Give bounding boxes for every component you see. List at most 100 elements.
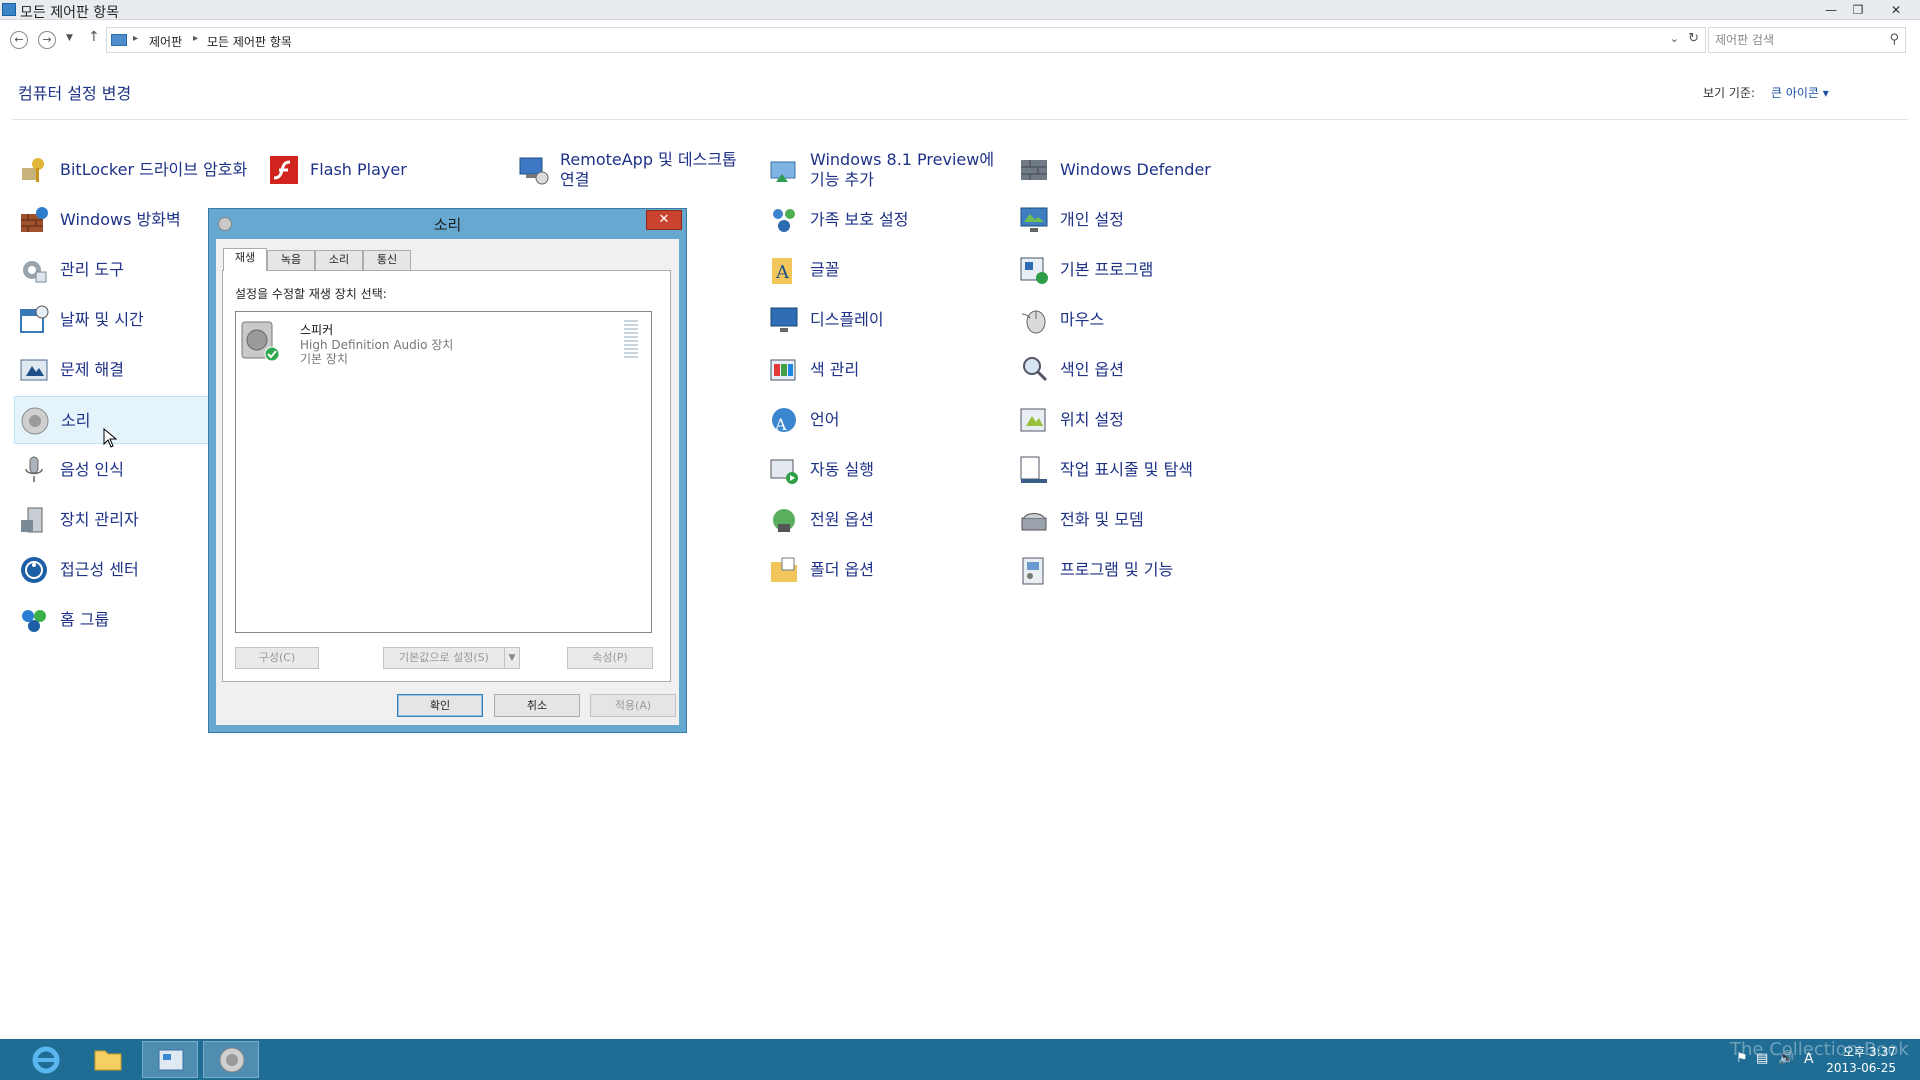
address-dropdown-icon[interactable]: ⌄ bbox=[1670, 32, 1679, 45]
playback-panel: 설정을 수정할 재생 장치 선택: 스피커 High Definition Au… bbox=[222, 270, 671, 682]
item-label: 개인 설정 bbox=[1060, 210, 1124, 229]
clock-date[interactable]: 2013-06-25 bbox=[1826, 1061, 1896, 1075]
item-label: 관리 도구 bbox=[60, 260, 124, 279]
device-status: 기본 장치 bbox=[300, 352, 348, 366]
breadcrumb-control-panel[interactable]: 제어판 bbox=[149, 33, 182, 50]
tab-communications[interactable]: 통신 bbox=[363, 250, 411, 270]
close-button[interactable]: ✕ bbox=[1874, 0, 1918, 20]
search-input[interactable] bbox=[1715, 31, 1875, 49]
folder-options-icon bbox=[771, 557, 797, 582]
instruction-text: 설정을 수정할 재생 장치 선택: bbox=[235, 287, 387, 301]
item-fonts[interactable]: A 글꼴 bbox=[764, 246, 1004, 294]
search-icon[interactable]: ⚲ bbox=[1889, 32, 1899, 47]
dialog-title: 소리 bbox=[433, 216, 462, 234]
view-by-dropdown[interactable]: 큰 아이콘 ▾ bbox=[1771, 84, 1829, 101]
window-titlebar: 모든 제어판 항목 — ❐ ✕ bbox=[0, 0, 1920, 21]
tab-recording[interactable]: 녹음 bbox=[267, 250, 315, 270]
item-indexing-options[interactable]: 색인 옵션 bbox=[1014, 346, 1254, 394]
item-label: 접근성 센터 bbox=[60, 560, 139, 579]
back-button[interactable]: ← bbox=[10, 31, 28, 49]
restore-button[interactable]: ❐ bbox=[1845, 0, 1871, 20]
apply-button[interactable]: 적용(A) bbox=[590, 694, 676, 717]
display-monitor-icon bbox=[770, 307, 798, 332]
properties-button[interactable]: 속성(P) bbox=[567, 647, 653, 669]
taskbar-icon bbox=[1020, 456, 1047, 483]
personalization-icon bbox=[1020, 207, 1048, 232]
item-label: Flash Player bbox=[310, 160, 407, 179]
item-family-safety[interactable]: 가족 보호 설정 bbox=[764, 196, 1004, 244]
calendar-clock-icon bbox=[20, 305, 49, 333]
item-label: 장치 관리자 bbox=[60, 510, 139, 529]
item-programs-features[interactable]: 프로그램 및 기능 bbox=[1014, 546, 1254, 594]
item-label: 기본 프로그램 bbox=[1060, 260, 1154, 279]
taskbar-internet-explorer[interactable] bbox=[18, 1041, 74, 1078]
item-power-options[interactable]: 전원 옵션 bbox=[764, 496, 1004, 544]
item-color-management[interactable]: 색 관리 bbox=[764, 346, 1004, 394]
item-autoplay[interactable]: 자동 실행 bbox=[764, 446, 1004, 494]
dialog-body: 재생 녹음 소리 통신 설정을 수정할 재생 장치 선택: 스피커 High D… bbox=[216, 239, 679, 725]
item-mouse[interactable]: 마우스 bbox=[1014, 296, 1254, 344]
item-taskbar-navigation[interactable]: 작업 표시줄 및 탐색 bbox=[1014, 446, 1274, 494]
breadcrumb-separator-icon: ▸ bbox=[193, 33, 199, 44]
color-management-icon bbox=[770, 359, 796, 381]
item-location-settings[interactable]: 위치 설정 bbox=[1014, 396, 1254, 444]
item-windows-defender[interactable]: Windows Defender bbox=[1014, 146, 1254, 194]
minimize-button[interactable]: — bbox=[1818, 0, 1844, 20]
item-phone-modem[interactable]: 전화 및 모뎀 bbox=[1014, 496, 1254, 544]
item-bitlocker[interactable]: BitLocker 드라이브 암호화 bbox=[14, 146, 247, 194]
set-default-button[interactable]: 기본값으로 설정(S) bbox=[383, 647, 505, 669]
default-programs-icon bbox=[1020, 257, 1048, 284]
item-label: RemoteApp 및 데스크톱 연결 bbox=[560, 150, 737, 189]
tab-playback[interactable]: 재생 bbox=[223, 248, 267, 271]
admin-tools-gear-icon bbox=[23, 261, 47, 283]
forward-button[interactable]: → bbox=[38, 31, 56, 49]
device-list[interactable]: 스피커 High Definition Audio 장치 기본 장치 bbox=[235, 311, 652, 633]
item-display[interactable]: 디스플레이 bbox=[764, 296, 1004, 344]
accessibility-icon bbox=[21, 557, 47, 583]
item-flash-player[interactable]: Flash Player bbox=[264, 146, 494, 194]
tab-sounds[interactable]: 소리 bbox=[315, 250, 363, 270]
recent-locations-chevron-icon[interactable]: ▼ bbox=[66, 33, 73, 43]
item-label: 음성 인식 bbox=[60, 460, 124, 479]
item-label: 마우스 bbox=[1060, 310, 1105, 329]
indexing-magnifier-icon bbox=[1023, 357, 1048, 382]
item-folder-options[interactable]: 폴더 옵션 bbox=[764, 546, 1004, 594]
up-arrow-icon[interactable]: ↑ bbox=[88, 29, 100, 45]
configure-button[interactable]: 구성(C) bbox=[235, 647, 319, 669]
cancel-button[interactable]: 취소 bbox=[494, 694, 580, 717]
item-label: 위치 설정 bbox=[1060, 410, 1124, 429]
taskbar: ⚑ ▤ 🔊 A 오후 3:37 2013-06-25 bbox=[0, 1039, 1920, 1080]
refresh-icon[interactable]: ↻ bbox=[1688, 31, 1699, 46]
item-label: 디스플레이 bbox=[810, 310, 884, 329]
item-windows-81-features[interactable]: Windows 8.1 Preview에 기능 추가 bbox=[764, 146, 1004, 194]
location-icon bbox=[1020, 408, 1046, 432]
taskbar-sound[interactable] bbox=[203, 1041, 259, 1078]
breadcrumb-all-items[interactable]: 모든 제어판 항목 bbox=[207, 33, 292, 50]
volume-meter bbox=[624, 320, 638, 362]
taskbar-control-panel[interactable] bbox=[142, 1041, 198, 1078]
sound-dialog: 소리 ✕ 재생 녹음 소리 통신 설정을 수정할 재생 장치 선택: 스피커 H… bbox=[208, 208, 687, 733]
address-bar[interactable]: ▸ 제어판 ▸ 모든 제어판 항목 ⌄ ↻ bbox=[106, 27, 1706, 53]
taskbar-file-explorer[interactable] bbox=[80, 1041, 136, 1078]
fonts-folder-icon: A bbox=[772, 258, 792, 284]
dialog-titlebar[interactable]: 소리 ✕ bbox=[209, 209, 686, 237]
flash-player-icon bbox=[270, 156, 298, 184]
item-label: BitLocker 드라이브 암호화 bbox=[60, 160, 248, 179]
item-remoteapp[interactable]: RemoteApp 및 데스크톱 연결 bbox=[514, 146, 754, 194]
item-label: Windows 방화벽 bbox=[60, 210, 181, 229]
ok-button[interactable]: 확인 bbox=[397, 694, 483, 717]
item-label: 자동 실행 bbox=[810, 460, 874, 479]
item-language[interactable]: A 언어 bbox=[764, 396, 1004, 444]
homegroup-icon bbox=[22, 610, 46, 632]
dialog-close-button[interactable]: ✕ bbox=[646, 210, 682, 230]
item-label: 가족 보호 설정 bbox=[810, 210, 909, 229]
item-personalization[interactable]: 개인 설정 bbox=[1014, 196, 1254, 244]
control-panel-app-icon bbox=[2, 3, 16, 16]
item-label: 홈 그룹 bbox=[60, 610, 110, 629]
search-box[interactable]: ⚲ bbox=[1708, 27, 1906, 53]
set-default-dropdown-icon[interactable]: ▼ bbox=[504, 647, 520, 669]
speaker-icon bbox=[21, 407, 49, 435]
item-default-programs[interactable]: 기본 프로그램 bbox=[1014, 246, 1254, 294]
mouse-icon bbox=[1021, 310, 1046, 334]
item-label: Windows 8.1 Preview에 기능 추가 bbox=[810, 150, 995, 189]
